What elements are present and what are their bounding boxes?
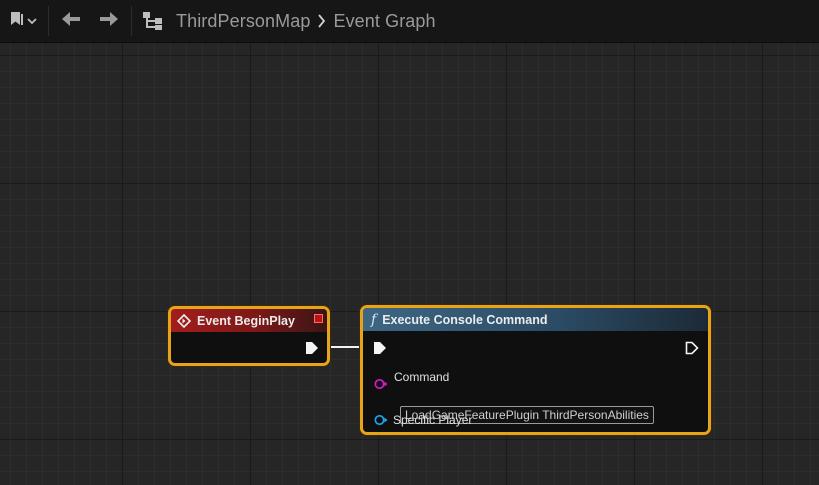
exec-output-pin[interactable] <box>685 341 699 355</box>
event-beginplay-node[interactable]: Event BeginPlay <box>168 306 330 366</box>
exec-input-pin[interactable] <box>373 341 387 355</box>
back-button[interactable] <box>55 6 87 36</box>
breadcrumb-item-graph[interactable]: Event Graph <box>333 11 435 32</box>
toolbar-separator <box>48 6 49 36</box>
back-arrow-icon <box>61 11 81 32</box>
event-diamond-icon <box>177 313 191 328</box>
toolbar: ThirdPersonMap Event Graph <box>0 0 819 43</box>
forward-button[interactable] <box>93 6 125 36</box>
breadcrumb-separator-icon <box>317 14 326 28</box>
delegate-output-pin[interactable] <box>314 314 323 323</box>
event-node-title: Event BeginPlay <box>197 313 295 328</box>
specific-player-input-pin[interactable]: Specific Player <box>374 413 472 427</box>
exec-output-pin[interactable] <box>305 341 319 355</box>
specific-player-label: Specific Player <box>393 413 473 427</box>
breadcrumb: ThirdPersonMap Event Graph <box>142 11 436 32</box>
command-input-pin[interactable] <box>374 378 388 390</box>
bookmark-icon <box>10 11 24 32</box>
chevron-down-icon <box>26 12 37 30</box>
event-node-header[interactable]: Event BeginPlay <box>171 309 327 332</box>
forward-arrow-icon <box>99 11 119 32</box>
command-pin-label: Command <box>394 370 450 384</box>
function-icon: f <box>371 311 377 328</box>
graph-icon <box>142 11 164 31</box>
breadcrumb-item-map[interactable]: ThirdPersonMap <box>176 11 310 32</box>
function-node-header[interactable]: f Execute Console Command <box>363 308 708 331</box>
bookmark-menu-button[interactable] <box>4 6 42 36</box>
toolbar-separator <box>131 6 132 36</box>
function-node-title: Execute Console Command <box>382 312 548 327</box>
execute-console-command-node[interactable]: f Execute Console Command Command LoadGa… <box>360 305 711 435</box>
